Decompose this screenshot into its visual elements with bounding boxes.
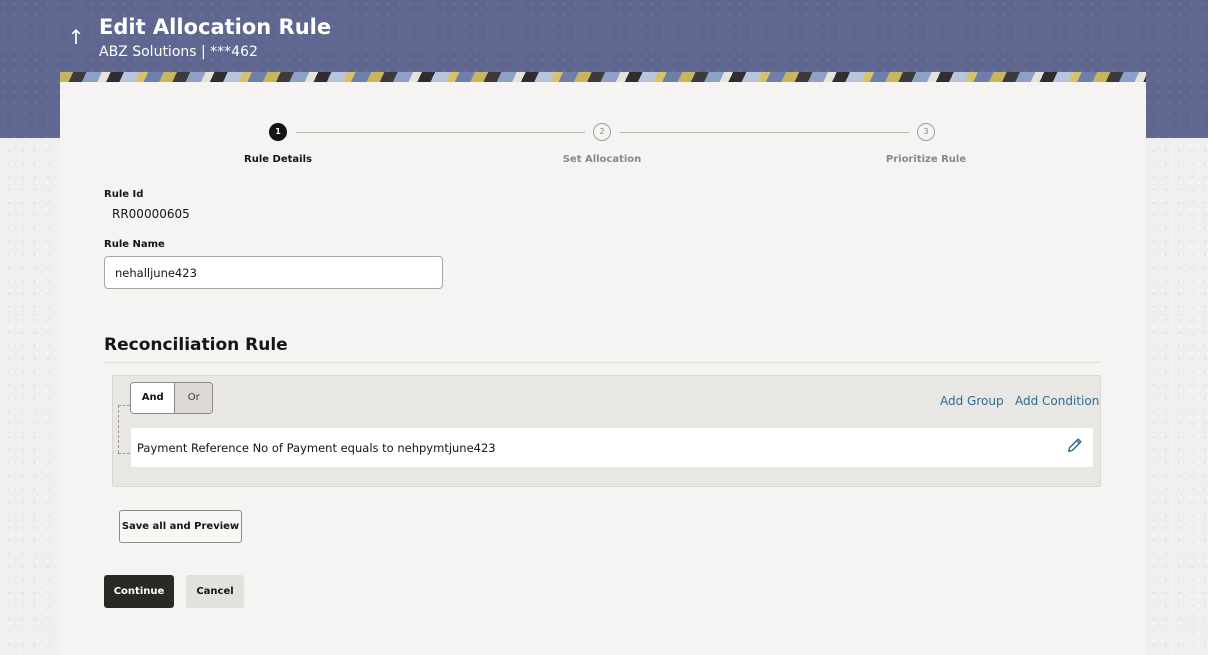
- tree-connector: [118, 405, 119, 453]
- content-card: [60, 82, 1146, 655]
- operator-toggle: And Or: [130, 382, 213, 414]
- step-3-label: Prioritize Rule: [885, 154, 967, 165]
- decorative-banner: [60, 72, 1146, 82]
- step-3-indicator[interactable]: 3: [917, 123, 935, 141]
- rule-id-label: Rule Id: [104, 189, 144, 200]
- tree-connector: [118, 453, 130, 454]
- stepper-connector: [296, 132, 585, 133]
- operator-or-button[interactable]: Or: [175, 383, 212, 413]
- stepper-connector: [620, 132, 909, 133]
- tree-connector: [118, 405, 130, 406]
- pencil-icon[interactable]: [1066, 436, 1084, 454]
- page-subtitle: ABZ Solutions | ***462: [99, 44, 258, 60]
- add-group-link[interactable]: Add Group: [940, 393, 1004, 409]
- rule-name-input[interactable]: [104, 256, 443, 289]
- add-condition-link[interactable]: Add Condition: [1015, 393, 1099, 409]
- section-divider: [104, 362, 1100, 363]
- step-1-indicator[interactable]: 1: [269, 123, 287, 141]
- step-1-label: Rule Details: [244, 154, 312, 165]
- section-title: Reconciliation Rule: [104, 335, 288, 355]
- cancel-button[interactable]: Cancel: [186, 575, 244, 608]
- arrow-up-icon[interactable]: ↑: [66, 24, 86, 50]
- save-and-preview-button[interactable]: Save all and Preview: [119, 510, 242, 543]
- step-2-label: Set Allocation: [562, 154, 642, 165]
- page-title: Edit Allocation Rule: [99, 15, 332, 39]
- condition-text: Payment Reference No of Payment equals t…: [137, 441, 496, 455]
- step-2-indicator[interactable]: 2: [593, 123, 611, 141]
- rule-id-value: RR00000605: [112, 207, 190, 221]
- condition-row: Payment Reference No of Payment equals t…: [131, 428, 1093, 467]
- rule-name-label: Rule Name: [104, 239, 165, 250]
- operator-and-button[interactable]: And: [131, 383, 176, 413]
- continue-button[interactable]: Continue: [104, 575, 174, 608]
